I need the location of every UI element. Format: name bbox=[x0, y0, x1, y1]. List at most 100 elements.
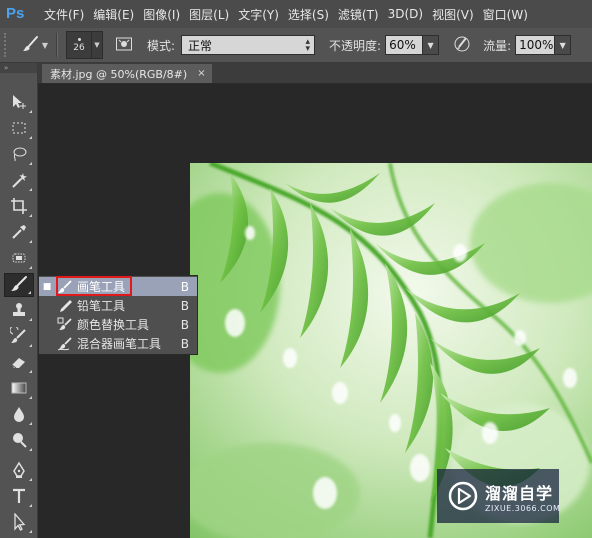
flyout-item-label: 画笔工具 bbox=[77, 280, 126, 294]
shortcut-key: B bbox=[180, 317, 189, 332]
menu-file[interactable]: 文件(F) bbox=[44, 6, 84, 23]
brush-icon bbox=[10, 275, 28, 296]
crop-icon bbox=[10, 197, 28, 218]
document-tab-bar: 素材.jpg @ 50%(RGB/8#) × bbox=[38, 63, 592, 84]
clone-stamp-tool[interactable] bbox=[4, 299, 34, 323]
path-select-icon bbox=[10, 511, 28, 534]
eyedropper-icon bbox=[10, 223, 28, 244]
pressure-opacity-toggle[interactable] bbox=[451, 34, 473, 56]
selected-indicator-icon: ■ bbox=[42, 281, 52, 292]
photoshop-logo: Ps bbox=[6, 5, 25, 22]
path-selection-tool[interactable] bbox=[4, 511, 34, 535]
dodge-tool[interactable] bbox=[4, 429, 34, 453]
menu-3d[interactable]: 3D(D) bbox=[388, 7, 423, 21]
gradient-icon bbox=[10, 379, 28, 400]
tools-panel: » bbox=[0, 63, 38, 538]
shortcut-key: B bbox=[180, 298, 189, 313]
menu-view[interactable]: 视图(V) bbox=[432, 6, 474, 23]
flow-input[interactable]: 100% bbox=[515, 35, 556, 55]
flyout-item-brush[interactable]: ■ 画笔工具 B bbox=[39, 277, 197, 296]
brush-tool-flyout: ■ 画笔工具 B 铅笔工具 B 颜色替换工具 B 混合器画笔工具 B bbox=[38, 275, 198, 355]
marquee-tool[interactable] bbox=[4, 117, 34, 141]
mode-value: 正常 bbox=[188, 38, 213, 53]
history-brush-tool[interactable] bbox=[4, 325, 34, 349]
water-drop-icon bbox=[10, 405, 28, 426]
menu-window[interactable]: 窗口(W) bbox=[483, 6, 528, 23]
flyout-item-label: 铅笔工具 bbox=[77, 299, 126, 313]
flyout-item-mixer-brush[interactable]: 混合器画笔工具 B bbox=[39, 334, 197, 353]
move-icon bbox=[10, 93, 28, 114]
stamp-icon bbox=[10, 301, 28, 322]
options-grip[interactable] bbox=[4, 33, 12, 57]
type-icon bbox=[10, 487, 28, 508]
watermark-title: 溜溜自学 bbox=[485, 483, 554, 503]
brush-icon bbox=[22, 35, 40, 56]
flyout-item-label: 颜色替换工具 bbox=[77, 318, 150, 332]
opacity-value: 60% bbox=[389, 38, 416, 52]
tablet-pressure-icon bbox=[453, 35, 471, 56]
magic-wand-icon bbox=[10, 171, 28, 192]
document-title: 素材.jpg @ 50%(RGB/8#) bbox=[50, 67, 188, 81]
pencil-icon bbox=[55, 297, 75, 315]
flyout-item-color-replace[interactable]: 颜色替换工具 B bbox=[39, 315, 197, 334]
divider bbox=[56, 33, 58, 57]
eyedropper-tool[interactable] bbox=[4, 221, 34, 245]
menu-filter[interactable]: 滤镜(T) bbox=[338, 6, 379, 23]
opacity-dropdown[interactable]: ▼ bbox=[423, 35, 440, 55]
panel-collapse-icon[interactable]: » bbox=[0, 63, 37, 73]
select-arrows-icon: ▴ ▾ bbox=[305, 37, 311, 54]
lasso-tool[interactable] bbox=[4, 143, 34, 167]
rect-marquee-icon bbox=[10, 119, 28, 140]
brush-size-value: 26 bbox=[73, 42, 85, 53]
brush-tip-icon bbox=[77, 37, 81, 41]
watermark-url: ZIXUE.3066.COM bbox=[485, 503, 561, 513]
brush-size-picker[interactable]: 26 bbox=[66, 31, 92, 59]
pen-icon bbox=[10, 461, 28, 482]
eraser-tool[interactable] bbox=[4, 351, 34, 375]
flow-label: 流量: bbox=[483, 38, 512, 53]
color-replace-icon bbox=[55, 316, 75, 334]
brush-picker-dropdown[interactable]: ▼ bbox=[92, 31, 103, 59]
shortcut-key: B bbox=[180, 279, 189, 294]
chevron-down-icon: ▼ bbox=[41, 40, 49, 50]
opacity-label: 不透明度: bbox=[329, 38, 382, 53]
options-bar: ▼ 26 ▼ 模式: 正常 ▴ ▾ 不透明度: 60% ▼ 流量: 100% ▼ bbox=[0, 28, 592, 63]
opacity-input[interactable]: 60% bbox=[385, 35, 424, 55]
mode-label: 模式: bbox=[147, 38, 176, 53]
pen-tool[interactable] bbox=[4, 459, 34, 483]
menu-bar: Ps 文件(F) 编辑(E) 图像(I) 图层(L) 文字(Y) 选择(S) 滤… bbox=[0, 0, 592, 28]
bandage-icon bbox=[10, 249, 28, 270]
brush-panel-icon bbox=[115, 35, 133, 56]
magic-wand-tool[interactable] bbox=[4, 169, 34, 193]
move-tool[interactable] bbox=[4, 91, 34, 115]
menu-select[interactable]: 选择(S) bbox=[288, 6, 329, 23]
watermark: 溜溜自学 ZIXUE.3066.COM bbox=[437, 469, 561, 523]
document-tab[interactable]: 素材.jpg @ 50%(RGB/8#) × bbox=[42, 64, 212, 83]
flyout-item-pencil[interactable]: 铅笔工具 B bbox=[39, 296, 197, 315]
mode-select[interactable]: 正常 ▴ ▾ bbox=[181, 35, 316, 55]
tool-preset-picker[interactable]: ▼ bbox=[22, 33, 48, 57]
history-brush-icon bbox=[9, 325, 28, 348]
healing-brush-tool[interactable] bbox=[4, 247, 34, 271]
brush-panel-toggle[interactable] bbox=[113, 34, 135, 56]
shortcut-key: B bbox=[180, 336, 189, 351]
type-tool[interactable] bbox=[4, 485, 34, 509]
dodge-icon bbox=[10, 431, 28, 452]
eraser-icon bbox=[10, 353, 28, 374]
play-logo-icon bbox=[447, 480, 479, 512]
crop-tool[interactable] bbox=[4, 195, 34, 219]
blur-tool[interactable] bbox=[4, 403, 34, 427]
menu-edit[interactable]: 编辑(E) bbox=[93, 6, 134, 23]
brush-tool[interactable] bbox=[4, 273, 34, 297]
flow-value: 100% bbox=[519, 38, 554, 52]
gradient-tool[interactable] bbox=[4, 377, 34, 401]
flyout-item-label: 混合器画笔工具 bbox=[77, 337, 162, 351]
flow-dropdown[interactable]: ▼ bbox=[555, 35, 572, 55]
brush-icon bbox=[55, 278, 75, 296]
close-icon[interactable]: × bbox=[197, 68, 205, 79]
menu-image[interactable]: 图像(I) bbox=[143, 6, 180, 23]
menu-type[interactable]: 文字(Y) bbox=[238, 6, 279, 23]
lasso-icon bbox=[10, 145, 28, 166]
menu-layer[interactable]: 图层(L) bbox=[189, 6, 229, 23]
mixer-brush-icon bbox=[55, 335, 75, 353]
